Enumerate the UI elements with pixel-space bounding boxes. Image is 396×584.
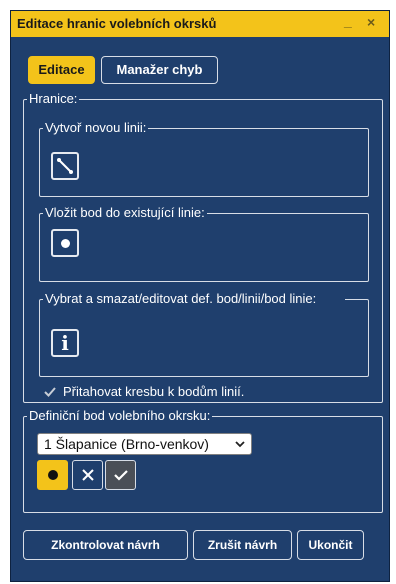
confirm-point-button[interactable] [105,460,136,490]
definition-point-legend: Definiční bod volebního okrsku: [29,408,211,423]
tab-error-manager[interactable]: Manažer chyb [101,56,218,84]
boundaries-legend: Hranice: [29,91,78,106]
insert-point-button[interactable] [51,229,79,257]
info-icon: i [61,331,69,355]
district-select[interactable]: 1 Šlapanice (Brno-venkov) [37,433,252,455]
close-icon [81,469,94,481]
finish-button[interactable]: Ukončit [297,530,364,560]
cancel-point-button[interactable] [72,460,103,490]
select-delete-group: Vybrat a smazat/editovat def. bod/linii/… [39,291,369,377]
check-proposal-button[interactable]: Zkontrolovat návrh [23,530,188,560]
chevron-down-icon [235,434,245,461]
snap-label: Přitahovat kresbu k bodům linií. [63,384,245,399]
tab-editace[interactable]: Editace [28,56,95,84]
minimize-button[interactable]: _ [344,13,352,29]
select-delete-button[interactable]: i [51,329,79,357]
panel-titlebar[interactable]: Editace hranic volebních okrsků _ × [11,11,389,37]
select-delete-legend: Vybrat a smazat/editovat def. bod/linii/… [45,291,317,306]
editor-panel: Editace hranic volebních okrsků _ × Edit… [10,10,390,582]
create-line-legend: Vytvoř novou linii: [45,120,147,135]
line-draw-icon [57,158,73,174]
insert-point-legend: Vložit bod do existující linie: [45,205,205,220]
insert-point-group: Vložit bod do existující linie: [39,206,369,282]
panel-title: Editace hranic volebních okrsků [17,16,217,31]
definition-point-button[interactable] [37,460,68,490]
close-button[interactable]: × [367,14,375,30]
checkbox-checked-icon[interactable] [43,385,57,399]
create-line-group: Vytvoř novou linii: [39,121,369,197]
point-icon [60,238,70,248]
create-line-button[interactable] [51,152,79,180]
cancel-proposal-button[interactable]: Zrušit návrh [193,530,292,560]
dot-icon [47,470,58,480]
district-select-value: 1 Šlapanice (Brno-venkov) [44,436,209,452]
check-icon [113,470,128,481]
